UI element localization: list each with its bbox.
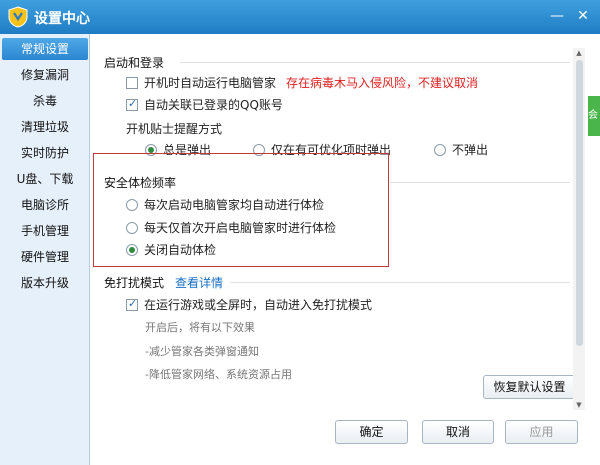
cancel-button[interactable]: 取消: [422, 420, 494, 444]
tips-radio-never[interactable]: [434, 144, 446, 156]
sidebar-item-upgrade[interactable]: 版本升级: [0, 272, 90, 294]
tips-option-never[interactable]: 不弹出: [434, 141, 488, 158]
sidebar: 常规设置 修复漏洞 杀毒 清理垃圾 实时防护 U盘、下载 电脑诊所 手机管理 硬…: [0, 34, 90, 465]
sidebar-item-usb-download[interactable]: U盘、下载: [0, 168, 90, 190]
autostart-checkbox[interactable]: [126, 77, 138, 89]
qq-link-option[interactable]: 自动关联已登录的QQ账号: [126, 96, 283, 113]
section-divider: [390, 182, 570, 183]
highlight-annotation-box: [93, 153, 389, 267]
qq-link-checkbox[interactable]: [126, 97, 138, 111]
settings-window: 设置中心 — ✕ 常规设置 修复漏洞 杀毒 清理垃圾 实时防护 U盘、下载 电脑…: [0, 0, 600, 465]
ok-button[interactable]: 确定: [335, 420, 408, 444]
side-floating-tab[interactable]: 会: [588, 96, 600, 136]
dnd-auto-checkbox[interactable]: [126, 297, 138, 311]
autostart-label: 开机时自动运行电脑管家: [144, 76, 277, 90]
sidebar-item-clinic[interactable]: 电脑诊所: [0, 194, 90, 216]
sidebar-item-general[interactable]: 常规设置: [2, 38, 88, 60]
sidebar-item-patch[interactable]: 修复漏洞: [0, 64, 90, 86]
dnd-details-link[interactable]: 查看详情: [175, 274, 223, 291]
sidebar-item-hardware[interactable]: 硬件管理: [0, 246, 90, 268]
section-divider: [180, 62, 570, 63]
section-divider: [230, 282, 570, 283]
autostart-option[interactable]: 开机时自动运行电脑管家 存在病毒木马入侵风险，不建议取消: [126, 74, 478, 91]
section-title-dnd: 免打扰模式: [104, 276, 165, 290]
sidebar-item-antivirus[interactable]: 杀毒: [0, 90, 90, 112]
scrollbar-thumb[interactable]: [576, 60, 583, 346]
scroll-down-arrow-icon[interactable]: ▼: [573, 400, 585, 410]
restore-default-button[interactable]: 恢复默认设置: [483, 375, 576, 399]
tips-option-never-label: 不弹出: [452, 143, 489, 157]
dnd-effect-1: -减少管家各类弹窗通知: [145, 345, 259, 358]
window-title: 设置中心: [34, 11, 90, 27]
close-button[interactable]: ✕: [572, 6, 594, 26]
sidebar-item-realtime[interactable]: 实时防护: [0, 142, 90, 164]
qq-link-label: 自动关联已登录的QQ账号: [144, 98, 283, 112]
sidebar-item-mobile[interactable]: 手机管理: [0, 220, 90, 242]
dnd-effect-2: -降低管家网络、系统资源占用: [145, 368, 292, 381]
apply-button[interactable]: 应用: [505, 420, 578, 444]
dnd-auto-option[interactable]: 在运行游戏或全屏时，自动进入免打扰模式: [126, 296, 372, 313]
dnd-effect-intro: 开启后，将有以下效果: [145, 321, 255, 334]
minimize-button[interactable]: —: [546, 6, 568, 26]
shield-logo-icon: [8, 6, 28, 28]
sidebar-item-cleanup[interactable]: 清理垃圾: [0, 116, 90, 138]
section-title-startup: 启动和登录: [104, 56, 165, 70]
title-bar[interactable]: 设置中心 — ✕: [0, 0, 600, 34]
scroll-up-arrow-icon[interactable]: ▲: [573, 48, 585, 58]
tips-label: 开机贴士提醒方式: [126, 122, 223, 136]
autostart-warning: 存在病毒木马入侵风险，不建议取消: [286, 76, 479, 90]
dnd-auto-label: 在运行游戏或全屏时，自动进入免打扰模式: [144, 298, 373, 312]
